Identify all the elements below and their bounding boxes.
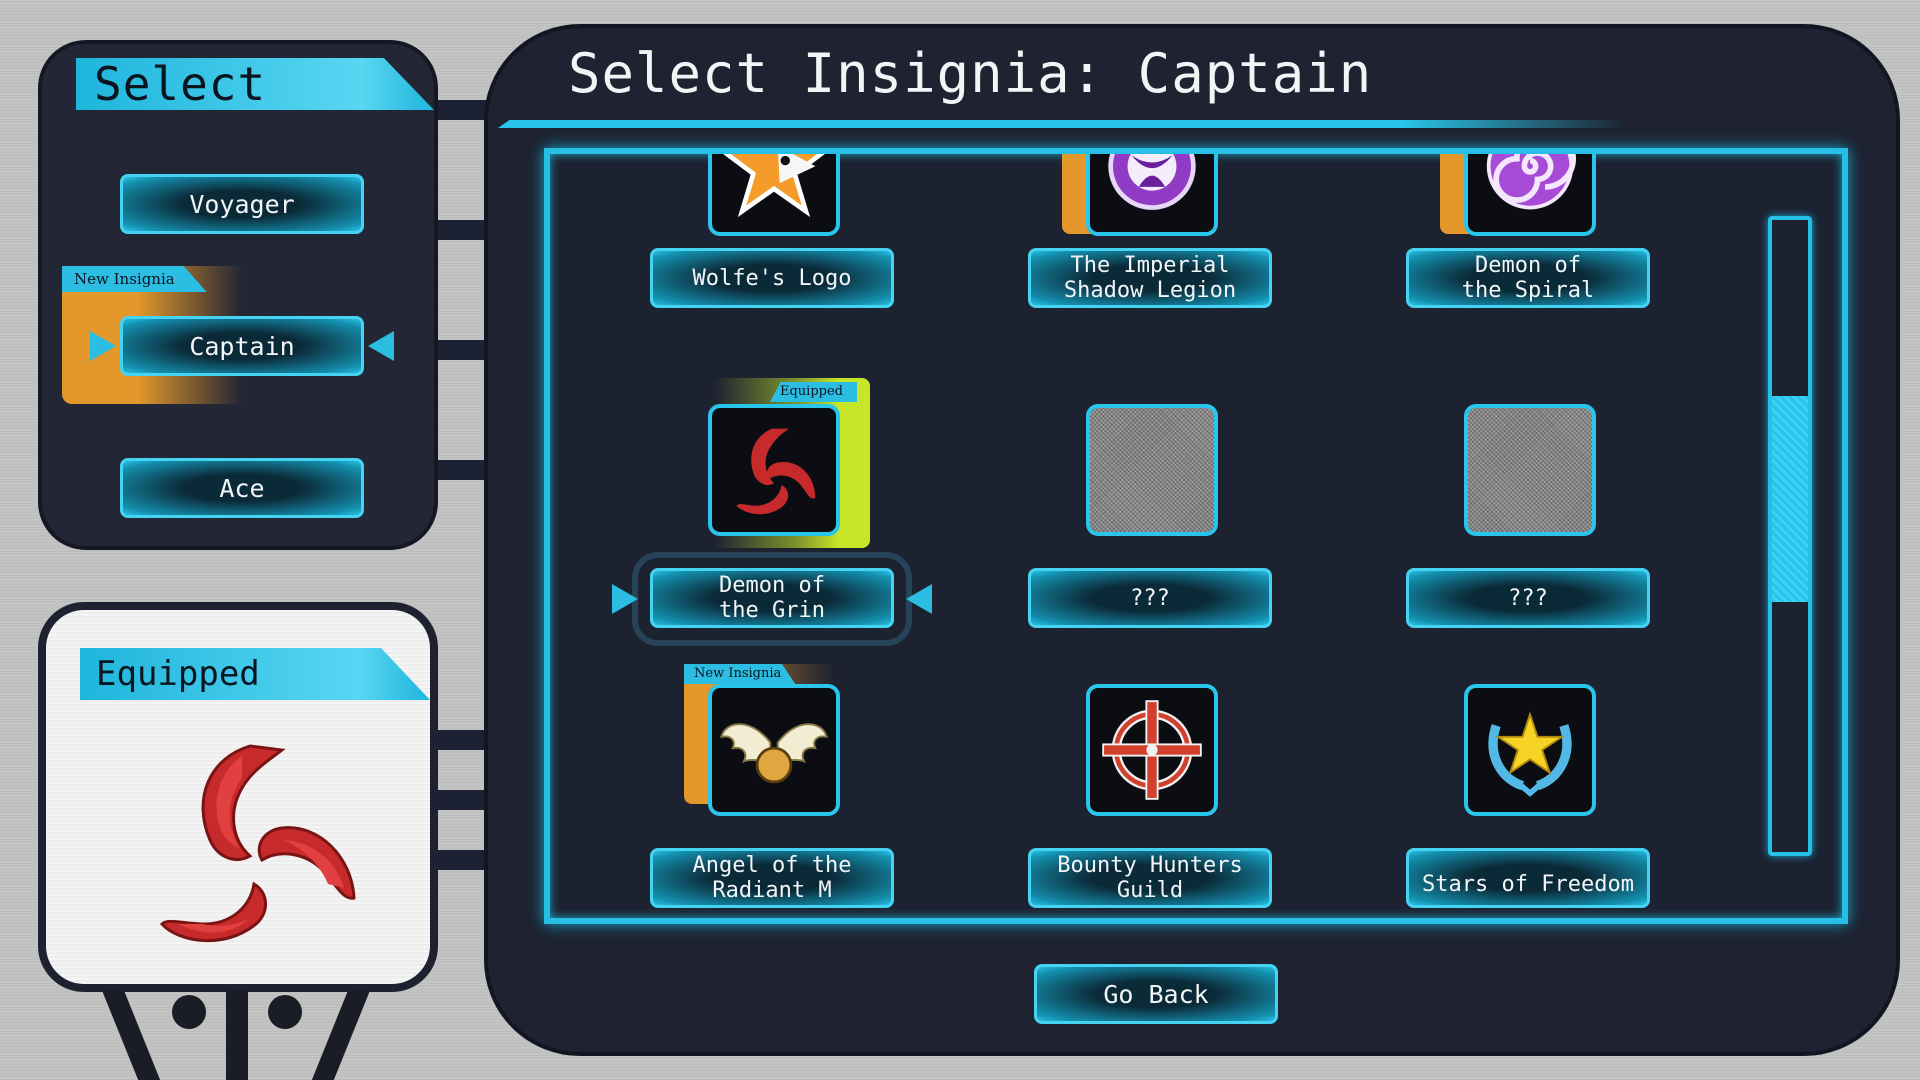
insignia-grid[interactable]: Wolfe's Logo The Imperial Shadow Legion — [544, 148, 1848, 924]
insignia-cell-locked[interactable]: ??? — [1406, 396, 1666, 696]
crosshair-icon — [1086, 684, 1218, 816]
mode-panel: Select Mode Voyager New Insignia Captain… — [38, 40, 438, 550]
insignia-label[interactable]: Demon of the Grin — [650, 568, 894, 628]
page-title: Select Insignia: Captain — [568, 42, 1373, 105]
insignia-cell-angel[interactable]: New Insignia Angel of the Radiant M — [650, 664, 910, 918]
selection-arrow-right-icon — [90, 331, 116, 361]
connector-bar — [436, 220, 490, 240]
equipped-insignia-panel: Equipped Insignia — [38, 602, 438, 992]
connector-bar — [436, 730, 490, 750]
easel-leg — [226, 990, 248, 1080]
mode-panel-title: Select Mode — [76, 58, 434, 110]
demon-grin-icon — [708, 404, 840, 536]
connector-bar — [436, 340, 490, 360]
insignia-select-panel: Select Insignia: Captain Wolfe's Logo Th… — [484, 24, 1900, 1056]
selection-arrow-right-icon — [612, 584, 638, 614]
title-underline — [498, 120, 1628, 128]
insignia-cell-locked[interactable]: ??? — [1028, 396, 1288, 696]
insignia-label[interactable]: ??? — [1028, 568, 1272, 628]
connector-bar — [436, 850, 490, 870]
insignia-cell-bounty-hunters[interactable]: Bounty Hunters Guild — [1028, 684, 1288, 918]
shadow-legion-icon — [1086, 154, 1218, 236]
insignia-label[interactable]: Demon of the Spiral — [1406, 248, 1650, 308]
insignia-cell-wolfes-logo[interactable]: Wolfe's Logo — [650, 154, 910, 404]
easel-bolt — [172, 995, 206, 1029]
easel-leg — [311, 990, 371, 1080]
equipped-badge: Equipped — [770, 382, 858, 402]
go-back-button[interactable]: Go Back — [1034, 964, 1278, 1024]
insignia-cell-demon-of-the-grin[interactable]: Equipped Demon of the Grin — [612, 378, 932, 696]
angel-wings-icon — [708, 684, 840, 816]
insignia-label[interactable]: ??? — [1406, 568, 1650, 628]
insignia-label[interactable]: Stars of Freedom — [1406, 848, 1650, 908]
connector-bar — [436, 460, 490, 480]
equipped-insignia-title: Equipped Insignia — [80, 648, 430, 700]
demon-grin-icon — [159, 744, 356, 943]
mode-button-voyager[interactable]: Voyager — [120, 174, 364, 234]
connector-bar — [436, 790, 490, 810]
locked-static-icon — [1086, 404, 1218, 536]
mode-button-captain[interactable]: Captain — [120, 316, 364, 376]
easel-bolt — [268, 995, 302, 1029]
fox-star-icon — [708, 154, 840, 236]
insignia-label[interactable]: The Imperial Shadow Legion — [1028, 248, 1272, 308]
new-insignia-badge: New Insignia — [684, 664, 796, 684]
scrollbar-thumb[interactable] — [1772, 396, 1808, 602]
mode-button-ace[interactable]: Ace — [120, 458, 364, 518]
selection-arrow-left-icon — [906, 584, 932, 614]
insignia-label[interactable]: Angel of the Radiant M — [650, 848, 894, 908]
insignia-label[interactable]: Wolfe's Logo — [650, 248, 894, 308]
connector-bar — [436, 100, 490, 120]
spiral-icon — [1464, 154, 1596, 236]
equipped-insignia-canvas: Equipped Insignia — [46, 610, 430, 984]
insignia-cell-imperial-shadow-legion[interactable]: The Imperial Shadow Legion — [1028, 154, 1288, 404]
selection-arrow-left-icon — [368, 331, 394, 361]
insignia-cell-demon-of-the-spiral[interactable]: Demon of the Spiral — [1406, 154, 1666, 404]
insignia-label[interactable]: Bounty Hunters Guild — [1028, 848, 1272, 908]
locked-static-icon — [1464, 404, 1596, 536]
star-wreath-icon — [1464, 684, 1596, 816]
insignia-cell-stars-of-freedom[interactable]: Stars of Freedom — [1406, 684, 1666, 918]
easel-leg — [101, 990, 161, 1080]
grid-scrollbar[interactable] — [1768, 216, 1812, 856]
new-insignia-badge: New Insignia — [62, 266, 207, 292]
